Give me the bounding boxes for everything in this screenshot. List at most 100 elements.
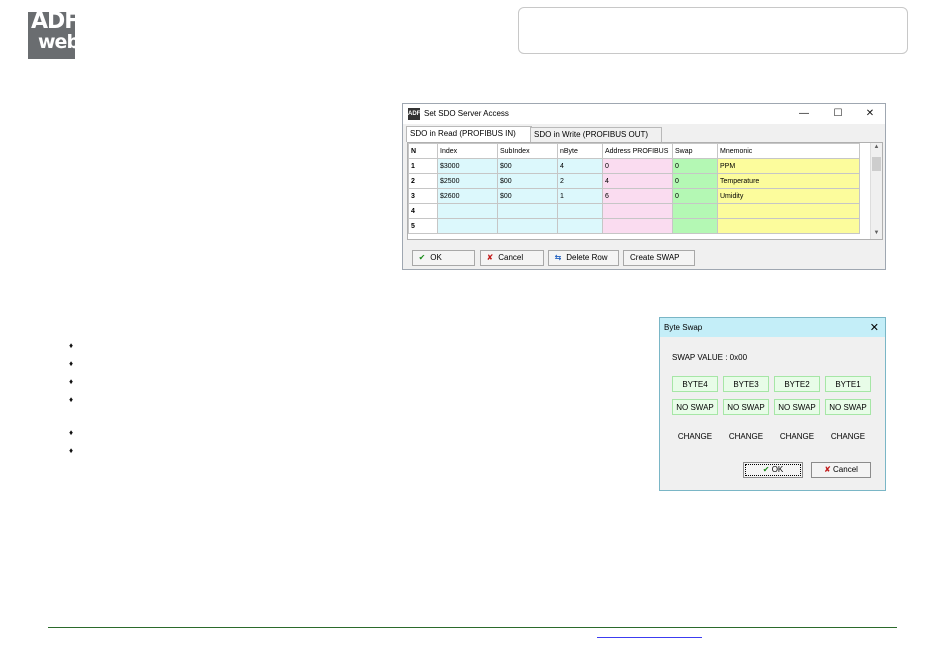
footer-link-underline[interactable]	[597, 637, 702, 638]
check-icon: ✔	[762, 465, 770, 474]
delete-row-icon: ⇆	[554, 253, 562, 262]
byte1-change-button[interactable]: CHANGE	[825, 432, 871, 441]
cell-nbyte[interactable]	[557, 203, 603, 219]
scrollbar-thumb[interactable]	[872, 157, 881, 171]
cell-subindex[interactable]: $00	[497, 158, 558, 174]
table-row: 2 $2500 $00 2 4 0 Temperature	[408, 173, 860, 189]
cell-index[interactable]: $3000	[437, 158, 498, 174]
swap-value-readout: SWAP VALUE : 0x00	[672, 353, 747, 362]
cell-nbyte[interactable]: 2	[557, 173, 603, 189]
byte3-swap-state: NO SWAP	[723, 399, 769, 415]
cell-index[interactable]	[437, 203, 498, 219]
byte3-change-button[interactable]: CHANGE	[723, 432, 769, 441]
scroll-up-icon[interactable]: ▲	[871, 144, 882, 150]
window-titlebar: ADF Set SDO Server Access — ☐ ✕	[403, 104, 885, 124]
cell-index[interactable]	[437, 218, 498, 234]
vertical-scrollbar[interactable]: ▲ ▼	[870, 143, 882, 239]
table-row: 4	[408, 203, 860, 219]
cell-address[interactable]	[602, 203, 673, 219]
sdo-server-access-window: ADF Set SDO Server Access — ☐ ✕ SDO in R…	[402, 103, 886, 270]
delete-row-button[interactable]: ⇆ Delete Row	[548, 250, 619, 266]
dialog-ok-label: OK	[771, 465, 784, 474]
adfweb-logo: ADF web	[28, 9, 80, 59]
cell-swap[interactable]	[672, 203, 718, 219]
cell-index[interactable]: $2500	[437, 173, 498, 189]
cell-address[interactable]	[602, 218, 673, 234]
delete-row-label: Delete Row	[566, 253, 608, 262]
cell-mnemonic[interactable]: Umidity	[717, 188, 860, 204]
byte1-label: BYTE1	[825, 376, 871, 392]
close-button[interactable]: ✕	[863, 107, 877, 121]
table-row: 5	[408, 218, 860, 234]
cell-address[interactable]: 4	[602, 173, 673, 189]
cell-subindex[interactable]	[497, 203, 558, 219]
cell-address[interactable]: 0	[602, 158, 673, 174]
cell-swap[interactable]: 0	[672, 188, 718, 204]
cell-swap[interactable]	[672, 218, 718, 234]
byte4-change-button[interactable]: CHANGE	[672, 432, 718, 441]
col-header-address: Address PROFIBUS	[602, 143, 673, 159]
col-header-nbyte: nByte	[557, 143, 603, 159]
bullet-icon: ♦	[69, 446, 74, 455]
byte4-swap-state: NO SWAP	[672, 399, 718, 415]
dialog-titlebar: Byte Swap ✕	[660, 318, 885, 337]
cell-subindex[interactable]: $00	[497, 188, 558, 204]
row-number: 4	[408, 203, 438, 219]
byte2-change-button[interactable]: CHANGE	[774, 432, 820, 441]
cell-mnemonic[interactable]	[717, 218, 860, 234]
maximize-button[interactable]: ☐	[831, 107, 845, 121]
row-number: 2	[408, 173, 438, 189]
col-header-index: Index	[437, 143, 498, 159]
footer-divider	[48, 627, 897, 628]
table-header-row: N Index SubIndex nByte Address PROFIBUS …	[408, 143, 860, 159]
sdo-table: N Index SubIndex nByte Address PROFIBUS …	[408, 143, 860, 234]
byte4-label: BYTE4	[672, 376, 718, 392]
ok-label: OK	[430, 253, 442, 262]
bullet-icon: ♦	[69, 395, 74, 404]
bullet-icon: ♦	[69, 377, 74, 386]
cancel-label: Cancel	[498, 253, 524, 262]
row-number: 3	[408, 188, 438, 204]
create-swap-button[interactable]: Create SWAP	[623, 250, 695, 266]
cell-index[interactable]: $2600	[437, 188, 498, 204]
cell-swap[interactable]: 0	[672, 158, 718, 174]
dialog-cancel-label: Cancel	[833, 465, 858, 474]
dialog-cancel-button[interactable]: ✘ Cancel	[811, 462, 871, 478]
cell-mnemonic[interactable]: PPM	[717, 158, 860, 174]
col-header-n: N	[408, 143, 438, 159]
byte3-label: BYTE3	[723, 376, 769, 392]
table-row: 3 $2600 $00 1 6 0 Umidity	[408, 188, 860, 204]
byte1-swap-state: NO SWAP	[825, 399, 871, 415]
bullet-icon: ♦	[69, 341, 74, 350]
cross-icon: ✘	[824, 465, 831, 474]
app-icon: ADF	[408, 108, 420, 120]
header-box	[518, 7, 908, 54]
swap-value: 0x00	[729, 353, 748, 362]
dialog-ok-button[interactable]: ✔ OK	[743, 462, 803, 478]
cell-subindex[interactable]	[497, 218, 558, 234]
scroll-down-icon[interactable]: ▼	[871, 230, 882, 236]
ok-button[interactable]: ✔ OK	[412, 250, 475, 266]
cancel-button[interactable]: ✘ Cancel	[480, 250, 544, 266]
cell-nbyte[interactable]	[557, 218, 603, 234]
window-title: Set SDO Server Access	[424, 109, 509, 118]
table-row: 1 $3000 $00 4 0 0 PPM	[408, 158, 860, 174]
cell-address[interactable]: 6	[602, 188, 673, 204]
minimize-button[interactable]: —	[797, 107, 811, 121]
col-header-subindex: SubIndex	[497, 143, 558, 159]
byte2-label: BYTE2	[774, 376, 820, 392]
tab-sdo-read[interactable]: SDO in Read (PROFIBUS IN)	[406, 126, 532, 142]
col-header-mnemonic: Mnemonic	[717, 143, 860, 159]
cell-swap[interactable]: 0	[672, 173, 718, 189]
row-number: 1	[408, 158, 438, 174]
close-icon[interactable]: ✕	[870, 321, 879, 334]
cell-nbyte[interactable]: 4	[557, 158, 603, 174]
sdo-table-area: N Index SubIndex nByte Address PROFIBUS …	[407, 142, 883, 240]
cell-subindex[interactable]: $00	[497, 173, 558, 189]
logo-text-web: web	[38, 31, 80, 53]
cell-mnemonic[interactable]: Temperature	[717, 173, 860, 189]
cell-mnemonic[interactable]	[717, 203, 860, 219]
bullet-icon: ♦	[69, 428, 74, 437]
tab-sdo-write[interactable]: SDO in Write (PROFIBUS OUT)	[530, 127, 662, 142]
cell-nbyte[interactable]: 1	[557, 188, 603, 204]
